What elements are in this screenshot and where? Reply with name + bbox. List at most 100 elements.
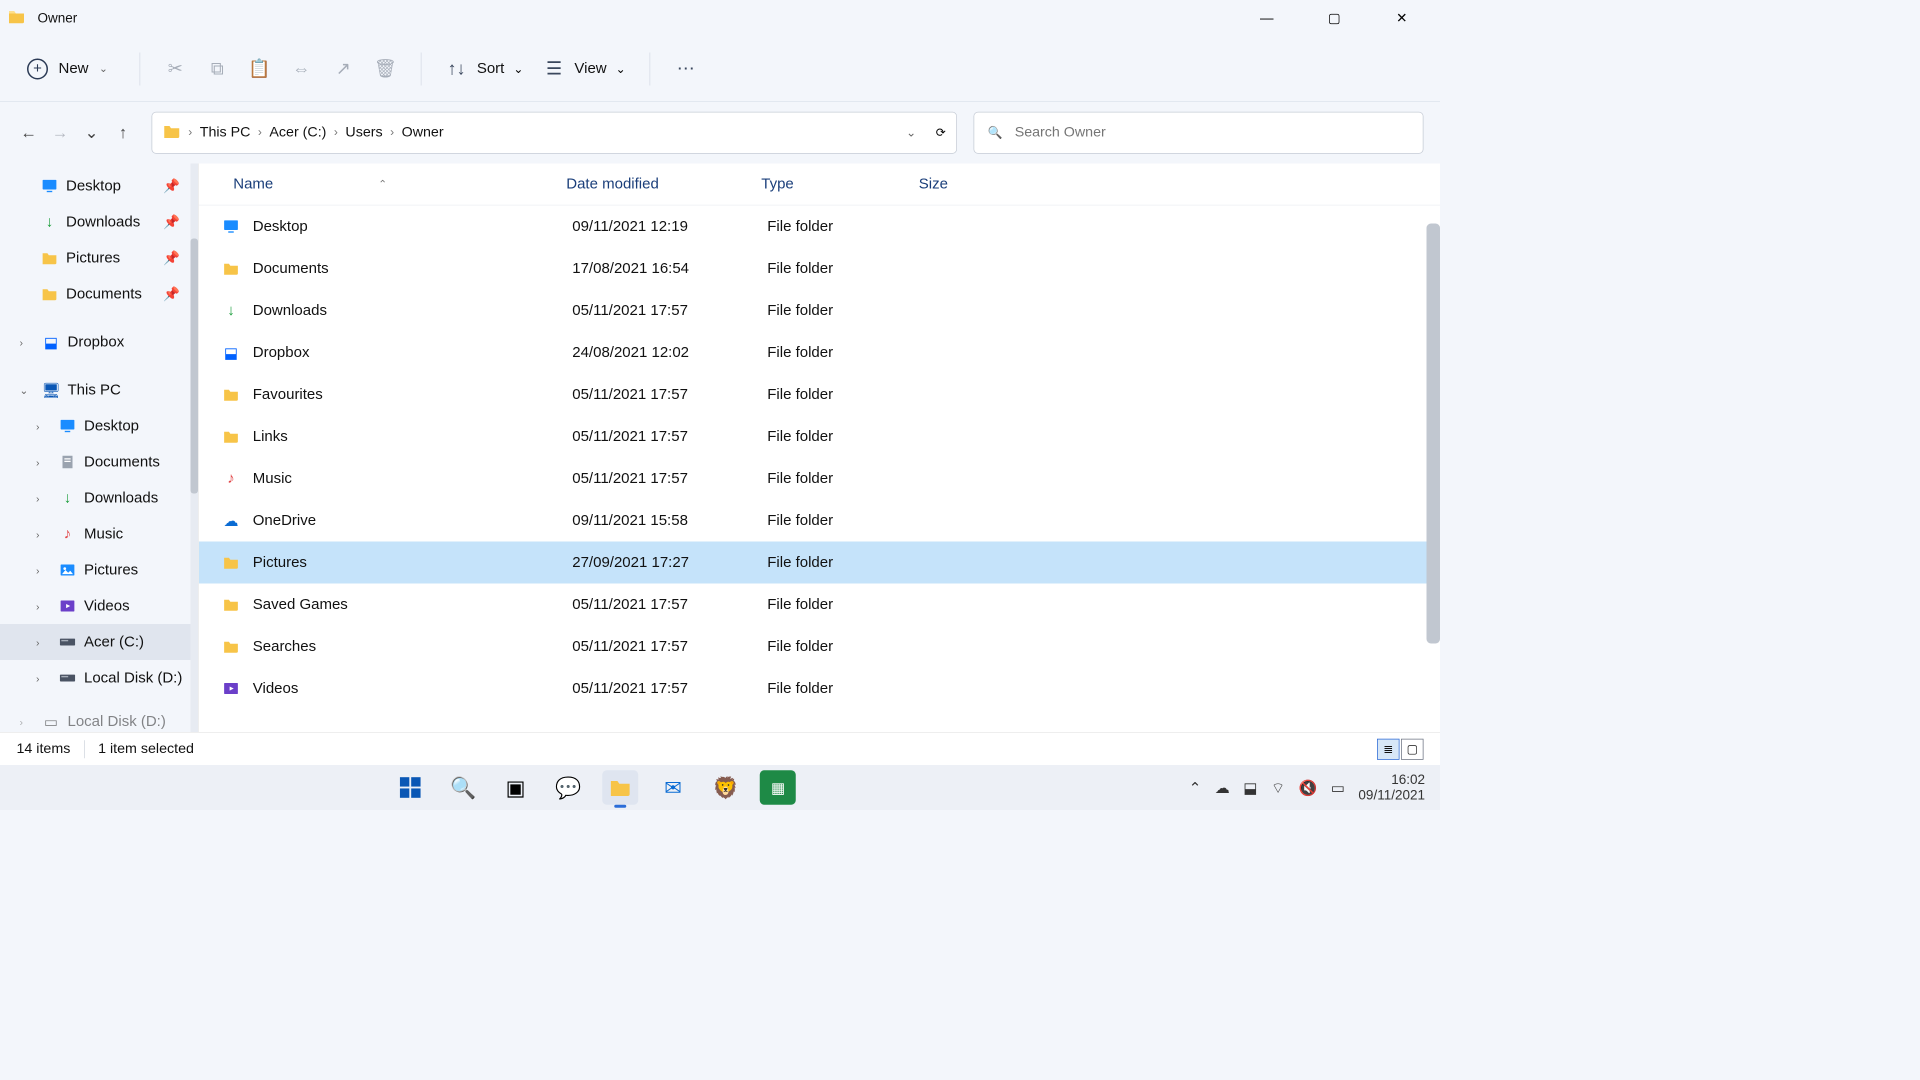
file-row[interactable]: Searches 05/11/2021 17:57 File folder [199, 626, 1440, 668]
column-header-date[interactable]: Date modified [566, 176, 761, 193]
sidebar-scrollbar[interactable] [191, 164, 199, 733]
share-button[interactable]: ↗ [332, 57, 355, 80]
sidebar-item-label: Desktop [84, 417, 139, 434]
column-header-type[interactable]: Type [761, 176, 919, 193]
view-button[interactable]: ☰ View ⌄ [543, 57, 626, 80]
column-header-size[interactable]: Size [919, 176, 1017, 193]
file-row[interactable]: Saved Games 05/11/2021 17:57 File folder [199, 584, 1440, 626]
expand-icon[interactable]: › [36, 492, 51, 504]
folder-icon [220, 638, 243, 655]
minimize-button[interactable]: — [1250, 6, 1285, 30]
expand-icon[interactable]: › [36, 636, 51, 648]
expand-icon[interactable]: › [20, 716, 35, 728]
expand-icon[interactable]: › [36, 420, 51, 432]
start-button[interactable] [393, 770, 429, 805]
tray-clock[interactable]: 16:02 09/11/2021 [1358, 772, 1425, 803]
chevron-right-icon[interactable]: › [188, 126, 192, 140]
copy-button[interactable]: ⧉ [206, 57, 229, 80]
navigation-pane[interactable]: Desktop📌↓Downloads📌Pictures📌Documents📌 ›… [0, 164, 198, 733]
sidebar-pc-item[interactable]: ›Documents [0, 444, 198, 480]
music-icon: ♪ [220, 470, 243, 487]
file-name: Saved Games [253, 596, 573, 613]
up-button[interactable]: ↑ [111, 121, 135, 145]
sidebar-pc-item[interactable]: ›♪Music [0, 516, 198, 552]
sidebar-pc-item[interactable]: ›Acer (C:) [0, 624, 198, 660]
rename-button[interactable]: ⇔ [290, 57, 313, 80]
breadcrumb-segment[interactable]: Acer (C:) [269, 125, 326, 142]
file-list[interactable]: Name ⌃ Date modified Type Size Desktop 0… [198, 164, 1440, 733]
collapse-icon[interactable]: ⌄ [20, 384, 35, 397]
expand-icon[interactable]: › [20, 336, 35, 348]
expand-icon[interactable]: › [36, 564, 51, 576]
sidebar-quick-item[interactable]: Pictures📌 [0, 240, 198, 276]
sidebar-quick-item[interactable]: Desktop📌 [0, 168, 198, 204]
filelist-scrollbar[interactable] [1427, 206, 1441, 733]
tray-dropbox-icon[interactable]: ⬓ [1243, 778, 1257, 797]
search-box[interactable]: 🔍 [974, 112, 1424, 154]
file-date: 05/11/2021 17:57 [572, 680, 767, 697]
file-row[interactable]: ♪ Music 05/11/2021 17:57 File folder [199, 458, 1440, 500]
breadcrumb-segment[interactable]: This PC [200, 125, 251, 142]
taskbar[interactable]: 🔍 ▣ 💬 ✉ 🦁 ▦ ⌃ ☁ ⬓ ⌔ 🔇 ▭ 16:02 09/11/2021 [0, 765, 1440, 810]
chevron-right-icon[interactable]: › [334, 126, 338, 140]
maximize-button[interactable]: ▢ [1317, 6, 1352, 30]
cut-button[interactable]: ✂ [164, 57, 187, 80]
expand-icon[interactable]: › [36, 456, 51, 468]
file-row[interactable]: Links 05/11/2021 17:57 File folder [199, 416, 1440, 458]
file-row[interactable]: Favourites 05/11/2021 17:57 File folder [199, 374, 1440, 416]
chevron-right-icon[interactable]: › [390, 126, 394, 140]
sidebar-pc-item[interactable]: ›Local Disk (D:) [0, 660, 198, 696]
back-button[interactable]: ← [17, 121, 41, 145]
refresh-button[interactable]: ⟳ [936, 125, 946, 140]
tray-overflow-icon[interactable]: ⌃ [1189, 778, 1202, 797]
taskbar-search[interactable]: 🔍 [445, 770, 481, 805]
sidebar-pc-item[interactable]: ›Videos [0, 588, 198, 624]
recent-locations-button[interactable]: ⌄ [80, 121, 104, 145]
new-button[interactable]: + New ⌄ [20, 54, 116, 84]
breadcrumb-segment[interactable]: Users [345, 125, 382, 142]
search-input[interactable] [1015, 125, 1410, 142]
taskbar-mail[interactable]: ✉ [655, 770, 691, 805]
file-row[interactable]: Videos 05/11/2021 17:57 File folder [199, 668, 1440, 710]
expand-icon[interactable]: › [36, 600, 51, 612]
sidebar-item-thispc[interactable]: ⌄ 🖥 This PC [0, 372, 198, 408]
breadcrumb-segment[interactable]: Owner [402, 125, 444, 142]
address-bar[interactable]: › This PC › Acer (C:) › Users › Owner ⌄ … [152, 112, 958, 154]
sidebar-pc-item[interactable]: › Desktop [0, 408, 198, 444]
taskbar-chat[interactable]: 💬 [550, 770, 586, 805]
taskbar-taskview[interactable]: ▣ [498, 770, 534, 805]
sort-button[interactable]: ↑↓ Sort ⌄ [445, 57, 523, 80]
system-tray[interactable]: ⌃ ☁ ⬓ ⌔ 🔇 ▭ 16:02 09/11/2021 [1189, 772, 1440, 803]
tray-volume-icon[interactable]: 🔇 [1299, 778, 1318, 797]
sidebar-item-truncated[interactable]: › ▭ Local Disk (D:) [0, 704, 198, 733]
sidebar-quick-item[interactable]: ↓Downloads📌 [0, 204, 198, 240]
column-header-name[interactable]: Name ⌃ [233, 176, 566, 193]
expand-icon[interactable]: › [36, 672, 51, 684]
more-button[interactable]: ⋯ [674, 57, 697, 80]
forward-button[interactable]: → [48, 121, 72, 145]
tray-wifi-icon[interactable]: ⌔ [1271, 778, 1285, 797]
file-row[interactable]: ↓ Downloads 05/11/2021 17:57 File folder [199, 290, 1440, 332]
tray-onedrive-icon[interactable]: ☁ [1215, 778, 1230, 797]
chevron-right-icon[interactable]: › [258, 126, 262, 140]
details-view-button[interactable]: ≣ [1377, 738, 1400, 759]
close-button[interactable]: ✕ [1385, 6, 1420, 30]
delete-button[interactable]: 🗑 [374, 57, 397, 80]
file-row[interactable]: Documents 17/08/2021 16:54 File folder [199, 248, 1440, 290]
file-row[interactable]: ☁ OneDrive 09/11/2021 15:58 File folder [199, 500, 1440, 542]
taskbar-app[interactable]: ▦ [760, 770, 796, 805]
file-row[interactable]: Pictures 27/09/2021 17:27 File folder [199, 542, 1440, 584]
file-row[interactable]: ⬓ Dropbox 24/08/2021 12:02 File folder [199, 332, 1440, 374]
taskbar-explorer[interactable] [603, 770, 639, 805]
taskbar-brave[interactable]: 🦁 [708, 770, 744, 805]
sidebar-pc-item[interactable]: ›↓Downloads [0, 480, 198, 516]
sidebar-quick-item[interactable]: Documents📌 [0, 276, 198, 312]
sidebar-item-dropbox[interactable]: › ⬓ Dropbox [0, 324, 198, 360]
paste-button[interactable]: 📋 [248, 57, 271, 80]
sidebar-pc-item[interactable]: ›Pictures [0, 552, 198, 588]
address-dropdown-icon[interactable]: ⌄ [906, 125, 916, 140]
file-row[interactable]: Desktop 09/11/2021 12:19 File folder [199, 206, 1440, 248]
expand-icon[interactable]: › [36, 528, 51, 540]
thumbnails-view-button[interactable]: ▢ [1401, 738, 1424, 759]
tray-battery-icon[interactable]: ▭ [1331, 778, 1345, 797]
